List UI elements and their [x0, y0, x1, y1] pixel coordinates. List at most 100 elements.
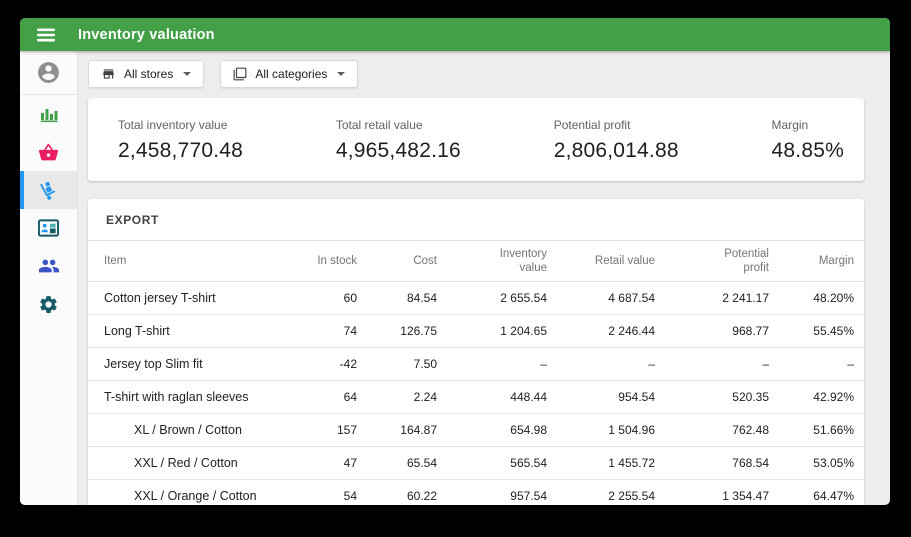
table-row[interactable]: XXL / Orange / Cotton 54 60.22 957.54 2 … [88, 480, 864, 505]
margin-value: – [769, 357, 854, 371]
table-row[interactable]: Cotton jersey T-shirt 60 84.54 2 655.54 … [88, 282, 864, 315]
item-name: T-shirt with raglan sleeves [104, 390, 272, 404]
potential-profit-value: 2 241.17 [655, 291, 769, 305]
column-header-margin: Margin [769, 254, 854, 268]
retail-value: 2 246.44 [547, 324, 655, 338]
potential-profit-value: 762.48 [655, 423, 769, 437]
table-row[interactable]: T-shirt with raglan sleeves 64 2.24 448.… [88, 381, 864, 414]
retail-value: – [547, 357, 655, 371]
table-row[interactable]: Long T-shirt 74 126.75 1 204.65 2 246.44… [88, 315, 864, 348]
store-icon [101, 67, 116, 81]
retail-value: 1 504.96 [547, 423, 655, 437]
retail-value: 2 255.54 [547, 489, 655, 503]
potential-profit-value: 520.35 [655, 390, 769, 404]
metric-label: Potential profit [554, 118, 679, 132]
column-header-item: Item [104, 254, 272, 268]
sidebar-item-inventory[interactable] [20, 171, 77, 209]
in-stock-value: 47 [272, 456, 357, 470]
categories-filter-dropdown[interactable]: All categories [220, 60, 358, 88]
filter-bar: All stores All categories [88, 60, 864, 88]
sidebar-item-customers[interactable] [20, 209, 77, 247]
table-row[interactable]: XL / Brown / Cotton 157 164.87 654.98 1 … [88, 414, 864, 447]
item-name: XXL / Orange / Cotton [104, 489, 272, 503]
metric-label: Total retail value [336, 118, 461, 132]
main-content: All stores All categories Total inventor… [78, 51, 890, 505]
cost-value: 60.22 [357, 489, 437, 503]
chevron-down-icon [337, 72, 345, 76]
retail-value: 1 455.72 [547, 456, 655, 470]
sidebar-item-reports[interactable] [20, 95, 77, 133]
inventory-value: 1 204.65 [437, 324, 547, 338]
gear-icon [38, 294, 59, 315]
app-header: Inventory valuation [20, 18, 890, 51]
in-stock-value: -42 [272, 357, 357, 371]
chevron-down-icon [183, 72, 191, 76]
inventory-value: 565.54 [437, 456, 547, 470]
metric-label: Margin [772, 118, 844, 132]
cost-value: 2.24 [357, 390, 437, 404]
sidebar-item-settings[interactable] [20, 285, 77, 323]
metric-label: Total inventory value [118, 118, 243, 132]
metric-value: 2,458,770.48 [118, 139, 243, 163]
avatar-icon [36, 60, 61, 85]
sidebar-item-items[interactable] [20, 133, 77, 171]
potential-profit-value: 1 354.47 [655, 489, 769, 503]
margin-value: 64.47% [769, 489, 854, 503]
stores-filter-label: All stores [124, 67, 173, 81]
inventory-value: – [437, 357, 547, 371]
metric-potential-profit: Potential profit 2,806,014.88 [554, 118, 679, 163]
sidebar-item-profile[interactable] [20, 51, 77, 95]
app-window: Inventory valuation [20, 18, 890, 505]
categories-filter-label: All categories [255, 67, 327, 81]
item-name: Cotton jersey T-shirt [104, 291, 272, 305]
in-stock-value: 54 [272, 489, 357, 503]
hamburger-icon [36, 27, 56, 43]
column-header-cost: Cost [357, 254, 437, 268]
table-header: Item In stock Cost Inventory value Retai… [88, 241, 864, 282]
table-row[interactable]: XXL / Red / Cotton 47 65.54 565.54 1 455… [88, 447, 864, 480]
table-toolbar: EXPORT [88, 199, 864, 241]
metric-value: 4,965,482.16 [336, 139, 461, 163]
in-stock-value: 74 [272, 324, 357, 338]
item-name: XXL / Red / Cotton [104, 456, 272, 470]
metric-total-inventory-value: Total inventory value 2,458,770.48 [118, 118, 243, 163]
metric-margin: Margin 48.85% [772, 118, 844, 163]
cost-value: 65.54 [357, 456, 437, 470]
retail-value: 4 687.54 [547, 291, 655, 305]
screenshot-background: Inventory valuation [0, 0, 911, 537]
item-name: XL / Brown / Cotton [104, 423, 272, 437]
item-name: Jersey top Slim fit [104, 357, 272, 371]
stores-filter-dropdown[interactable]: All stores [88, 60, 204, 88]
item-name: Long T-shirt [104, 324, 272, 338]
inventory-value: 654.98 [437, 423, 547, 437]
sidebar-item-employees[interactable] [20, 247, 77, 285]
page-title: Inventory valuation [78, 27, 215, 43]
inventory-value: 448.44 [437, 390, 547, 404]
summary-card: Total inventory value 2,458,770.48 Total… [88, 98, 864, 181]
retail-value: 954.54 [547, 390, 655, 404]
margin-value: 55.45% [769, 324, 854, 338]
export-button[interactable]: EXPORT [104, 211, 161, 229]
potential-profit-value: – [655, 357, 769, 371]
margin-value: 53.05% [769, 456, 854, 470]
menu-button[interactable] [20, 27, 70, 43]
contact-card-icon [38, 219, 59, 237]
hand-truck-icon [38, 179, 60, 201]
inventory-table-card: EXPORT Item In stock Cost Inventory valu… [88, 199, 864, 505]
table-row[interactable]: Jersey top Slim fit -42 7.50 – – – – [88, 348, 864, 381]
column-header-retail-value: Retail value [547, 254, 655, 268]
metric-value: 2,806,014.88 [554, 139, 679, 163]
bar-chart-icon [39, 104, 59, 124]
column-header-in-stock: In stock [272, 254, 357, 268]
inventory-value: 957.54 [437, 489, 547, 503]
in-stock-value: 157 [272, 423, 357, 437]
in-stock-value: 64 [272, 390, 357, 404]
cost-value: 126.75 [357, 324, 437, 338]
margin-value: 51.66% [769, 423, 854, 437]
categories-icon [233, 67, 247, 81]
potential-profit-value: 768.54 [655, 456, 769, 470]
in-stock-value: 60 [272, 291, 357, 305]
metric-value: 48.85% [772, 139, 844, 163]
margin-value: 48.20% [769, 291, 854, 305]
cost-value: 164.87 [357, 423, 437, 437]
